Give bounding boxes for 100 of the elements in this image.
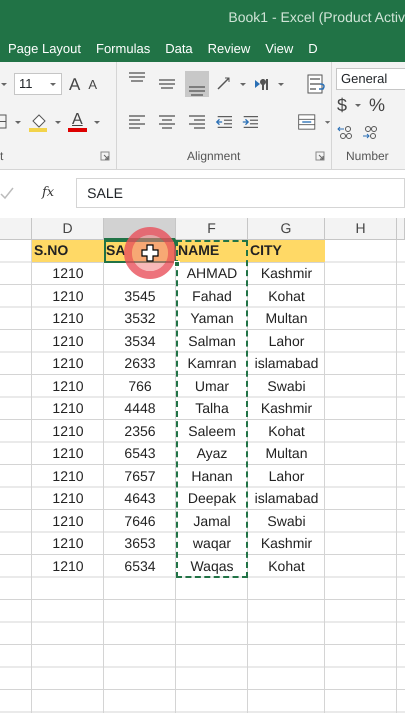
table-cell-text: 1210	[51, 534, 85, 554]
table-cell-text: Kashmir	[260, 399, 314, 418]
column-header[interactable]: G	[248, 218, 325, 240]
table-cell-text: Jamal	[192, 512, 232, 531]
caret-icon[interactable]	[0, 80, 8, 88]
table-cell: NAME	[176, 240, 248, 262]
table-cell: S.NO	[32, 240, 104, 262]
table-cell-text: islamabad	[254, 354, 320, 374]
group-label: t	[0, 148, 4, 165]
window-title: Book1 - Excel (Product Activ	[228, 8, 405, 27]
caret-icon[interactable]	[354, 101, 362, 109]
insert-function-button[interactable]: fx	[42, 183, 54, 203]
table-cell-text: Kohat	[267, 556, 306, 576]
ribbon-tab[interactable]: View	[263, 35, 306, 62]
table-cell-text: 1210	[51, 376, 85, 396]
table-cell-text: 1210	[51, 264, 85, 284]
caret-icon[interactable]	[239, 80, 247, 88]
grow-font-button[interactable]: A	[68, 74, 82, 94]
table-cell-text: 3532	[123, 309, 157, 328]
table-cell-text: Swabi	[266, 512, 307, 531]
table-cell-text: Kohat	[267, 286, 306, 306]
table-cell-text: 1210	[51, 422, 85, 441]
caret-icon[interactable]	[277, 80, 285, 88]
table-cell-text: Fahad	[191, 286, 233, 306]
ribbon-tab[interactable]: Page Layout	[6, 35, 94, 62]
table-cell-text: 2356	[123, 422, 157, 441]
table-cell-text: Kashmir	[260, 534, 314, 554]
decrease-decimal-icon[interactable]	[360, 124, 378, 140]
table-cell-text: islamabad	[254, 489, 320, 508]
table-cell-text: 1210	[51, 309, 85, 328]
column-header[interactable]: F	[176, 218, 248, 240]
table-cell-text: 6543	[123, 444, 157, 464]
ribbon-tab[interactable]: Formulas	[94, 35, 164, 62]
cursor-icon	[141, 244, 159, 262]
table-cell-text: Yaman	[189, 309, 235, 328]
ribbon-tab[interactable]: D	[306, 35, 331, 62]
table-cell-text: 3653	[123, 534, 157, 554]
ribbon-tab[interactable]: Review	[206, 35, 264, 62]
table-cell-text: Umar	[194, 376, 230, 396]
column-header[interactable]: D	[32, 218, 104, 240]
table-cell-text: 7646	[123, 512, 157, 531]
caret-icon[interactable]	[49, 80, 57, 88]
table-cell: CITY	[248, 240, 325, 262]
table-cell-text: 1210	[51, 466, 85, 486]
table-cell-text: Waqas	[189, 556, 235, 576]
launcher-icon[interactable]	[315, 151, 325, 161]
group-label: Alignment	[187, 148, 240, 165]
table-cell-text: 4448	[123, 399, 157, 418]
table-cell-text: 1210	[51, 556, 85, 576]
table-cell-text: 7657	[123, 466, 157, 486]
table-cell-text: 1210	[51, 512, 85, 531]
table-cell-text: Hanan	[190, 466, 234, 486]
borders-icon[interactable]	[0, 114, 8, 130]
increase-decimal-icon[interactable]	[336, 124, 354, 140]
group-label: Number	[345, 148, 390, 165]
shrink-font-button[interactable]: A	[87, 76, 98, 92]
table-cell-text: 766	[127, 376, 153, 396]
table-cell-text: 1210	[51, 489, 85, 508]
font-size-field[interactable]: 11	[14, 73, 62, 95]
table-cell-text: Kamran	[186, 354, 238, 374]
click-highlight	[124, 227, 176, 279]
currency-button[interactable]: $	[336, 95, 348, 115]
middle-align-icon	[159, 79, 175, 89]
align-button[interactable]	[185, 71, 209, 97]
table-cell-text: 4643	[123, 489, 157, 508]
table-cell-text: Swabi	[266, 376, 307, 396]
table-cell-text: 1210	[51, 332, 85, 351]
table-cell-text: Saleem	[187, 422, 237, 441]
table-cell-text: 1210	[51, 399, 85, 418]
number-format-field[interactable]: General	[336, 68, 405, 90]
table-cell-text: Multan	[264, 309, 309, 328]
merge-cells-icon[interactable]	[296, 112, 318, 132]
top-align-icon	[129, 72, 145, 82]
table-cell-text: 6534	[123, 556, 157, 576]
paragraph-icon[interactable]	[253, 77, 271, 91]
worksheet-grid[interactable]	[0, 218, 405, 712]
percent-button[interactable]: %	[368, 95, 386, 115]
table-cell-text: Kashmir	[260, 264, 314, 284]
table-cell-text: Multan	[264, 444, 309, 464]
launcher-icon[interactable]	[100, 151, 110, 161]
table-cell-text: 3545	[123, 286, 157, 306]
table-cell-text: waqar	[192, 534, 232, 554]
table-cell-text: 1210	[51, 286, 85, 306]
ribbon-tab[interactable]: Data	[163, 35, 206, 62]
column-header[interactable]: H	[325, 218, 397, 240]
font-color-button[interactable]: A	[68, 112, 87, 132]
bottom-align-icon	[189, 86, 205, 96]
table-cell-text: Salman	[187, 332, 237, 351]
table-cell-text: AHMAD	[186, 264, 238, 284]
table-cell-text: 1210	[51, 354, 85, 374]
fill-color-icon[interactable]	[28, 112, 48, 132]
table-cell-text: 2633	[123, 354, 157, 374]
table-cell-text: Lahor	[268, 466, 306, 486]
table-cell-text: Kohat	[267, 422, 306, 441]
table-cell-text: 1210	[51, 444, 85, 464]
table-cell-text: Lahor	[268, 332, 306, 351]
table-cell-text: 3534	[123, 332, 157, 351]
table-cell-text: Ayaz	[196, 444, 228, 464]
table-cell-text: Deepak	[186, 489, 238, 508]
formula-field[interactable]: SALE	[76, 178, 405, 208]
